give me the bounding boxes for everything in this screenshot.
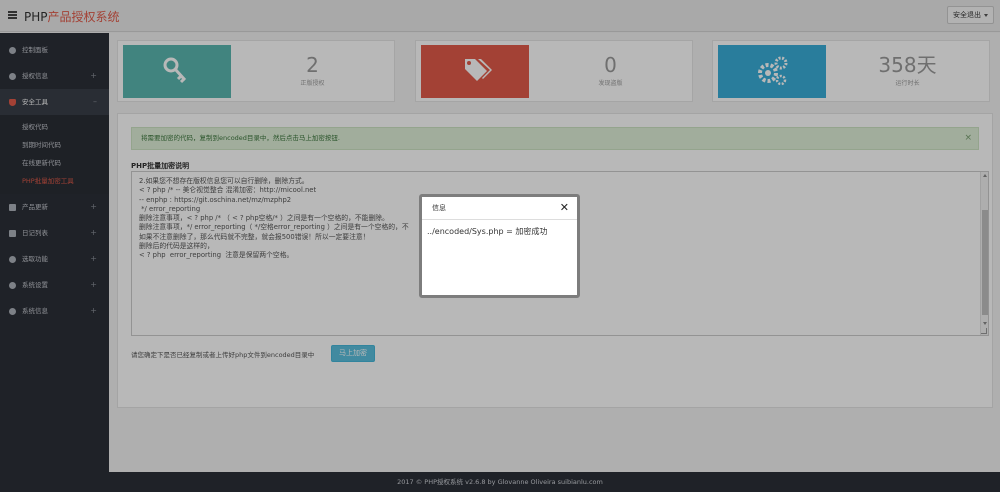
dialog-message: ../encoded/Sys.php = 加密成功 [427,227,548,236]
dialog-title: 信息 [422,197,577,220]
info-dialog: 信息 ✕ ../encoded/Sys.php = 加密成功 [419,194,580,298]
close-icon[interactable]: ✕ [560,201,569,215]
